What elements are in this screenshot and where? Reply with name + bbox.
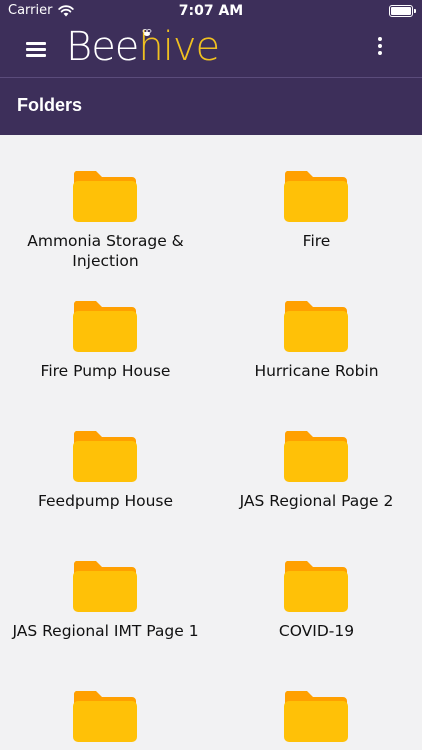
folder-icon: [73, 431, 137, 482]
folder-item[interactable]: JAS Regional Page 2: [211, 395, 422, 515]
folder-label: Fire Pump House: [40, 362, 171, 380]
folder-icon: [73, 301, 137, 352]
vertical-dots-icon[interactable]: [376, 35, 384, 57]
app-logo: Bee hive: [66, 24, 220, 74]
folder-item[interactable]: Hurricane Robin: [211, 265, 422, 385]
section-header: Folders: [0, 78, 422, 135]
folder-item[interactable]: Fire Pump House: [0, 265, 211, 385]
folder-item[interactable]: Feedpump House: [0, 395, 211, 515]
folder-label: JAS Regional IMT Page 1: [12, 622, 199, 640]
folder-icon: [284, 691, 348, 742]
folder-icon: [284, 301, 348, 352]
folder-icon: [73, 691, 137, 742]
app-bar: Bee hive: [0, 22, 422, 78]
folder-item[interactable]: COVID-19: [211, 525, 422, 645]
hamburger-menu-icon[interactable]: [26, 41, 46, 57]
page-title: Folders: [17, 95, 83, 115]
bee-icon: [142, 29, 152, 36]
folder-label: COVID-19: [278, 622, 355, 640]
folder-icon: [284, 171, 348, 222]
folder-icon: [284, 561, 348, 612]
folder-label: Hurricane Robin: [254, 362, 379, 380]
folder-item[interactable]: [211, 655, 422, 750]
folder-label: Fire: [302, 232, 331, 250]
folder-grid: Ammonia Storage & Injection Fire Fire Pump…: [0, 135, 422, 750]
folder-icon: [73, 561, 137, 612]
folder-item[interactable]: Ammonia Storage & Injection: [0, 135, 211, 270]
folder-icon: [284, 431, 348, 482]
status-bar: Carrier 7:07 AM: [0, 0, 422, 22]
battery-icon: [389, 5, 416, 17]
folder-icon: [73, 171, 137, 222]
folder-item[interactable]: JAS Regional IMT Page 1: [0, 525, 211, 645]
logo-text-bee: Bee: [66, 24, 139, 70]
folder-item[interactable]: [0, 655, 211, 750]
folder-label: Feedpump House: [37, 492, 174, 510]
folder-item[interactable]: Fire: [211, 135, 422, 255]
folder-label: JAS Regional Page 2: [239, 492, 394, 510]
status-time: 7:07 AM: [178, 3, 244, 19]
